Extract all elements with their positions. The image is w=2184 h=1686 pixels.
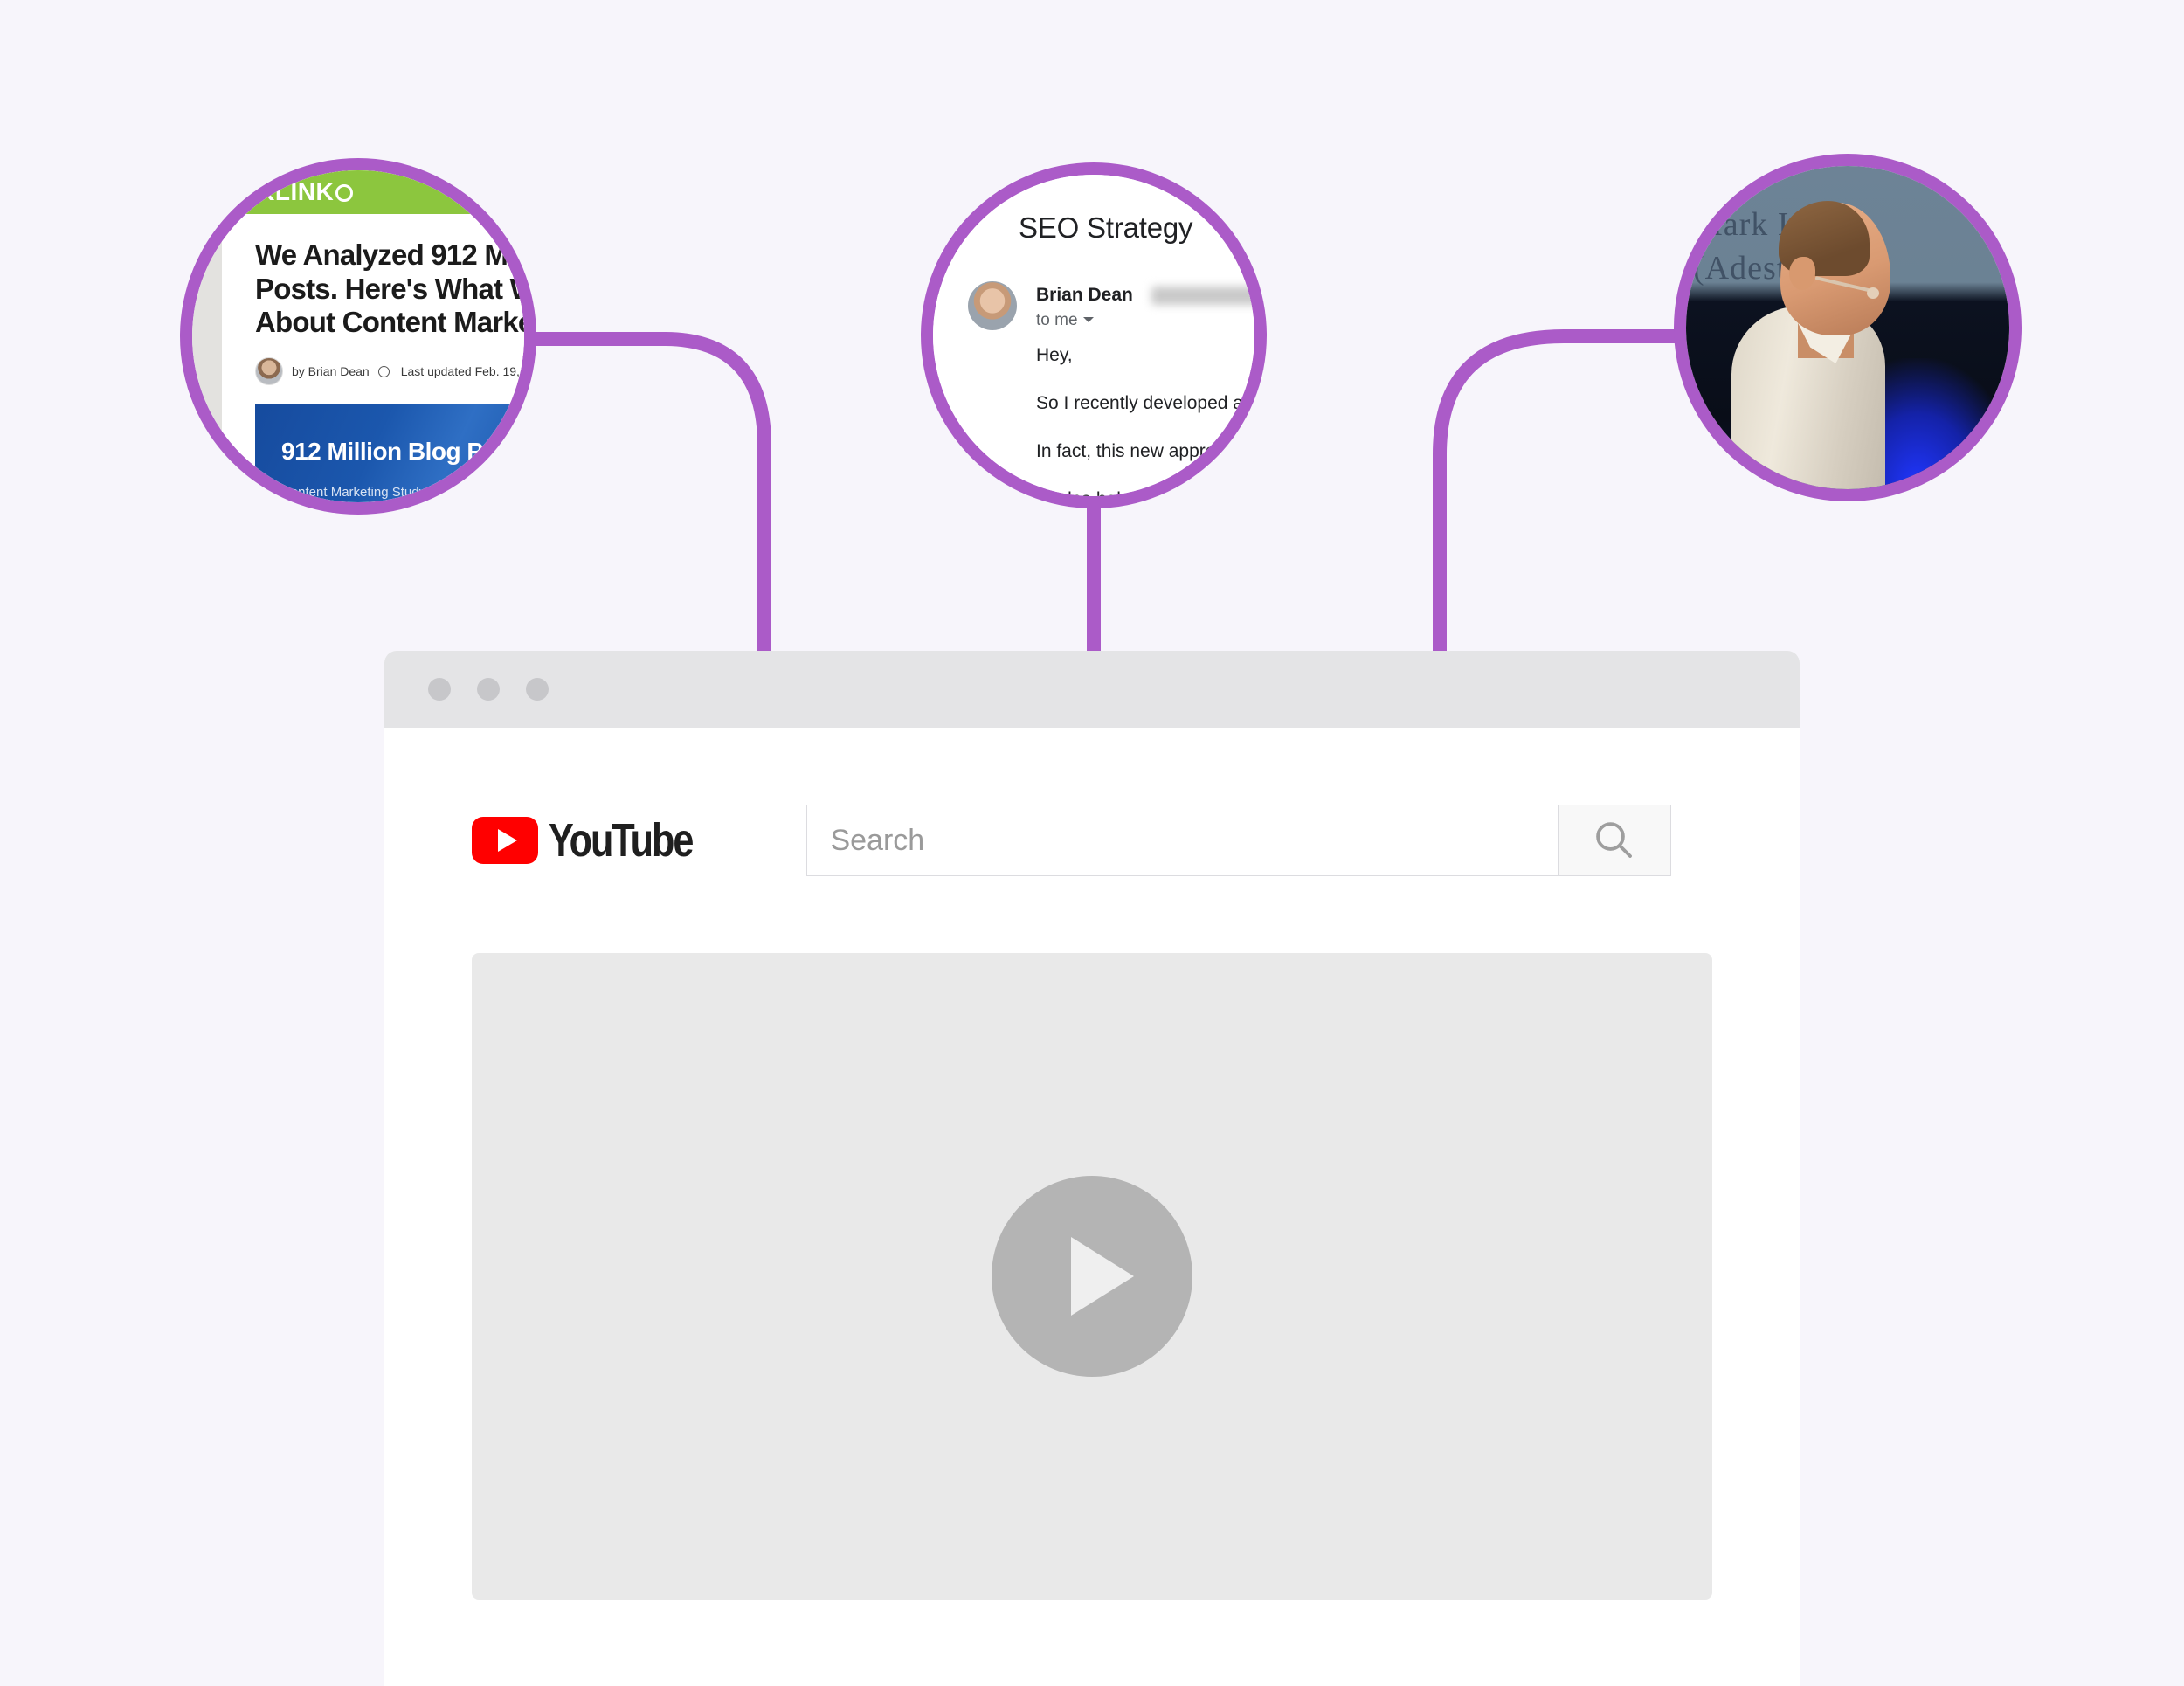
article-hero-image: 912 Million Blog Posts Content Marketing… bbox=[255, 404, 524, 502]
article-byline: by Brian Dean Last updated Feb. 19, 2019 bbox=[255, 357, 524, 385]
browser-titlebar bbox=[384, 651, 1800, 728]
email-body-line: (It also helped me rank bbox=[1036, 490, 1254, 496]
youtube-search-bar: Search bbox=[806, 805, 1672, 876]
author-avatar bbox=[255, 357, 283, 385]
video-player-placeholder[interactable] bbox=[472, 953, 1712, 1600]
hero-title: 912 Million Blog Posts bbox=[281, 438, 524, 465]
play-icon bbox=[1071, 1237, 1134, 1316]
redacted-email-address bbox=[1151, 287, 1254, 305]
email-subject: SEO Strategy bbox=[1019, 211, 1193, 244]
window-minimize-dot[interactable] bbox=[477, 678, 500, 701]
email-body-line: So I recently developed a new bbox=[1036, 393, 1254, 414]
email-body-line: In fact, this new approach h bbox=[1036, 441, 1254, 462]
clock-icon bbox=[377, 364, 392, 378]
sender-avatar bbox=[968, 281, 1017, 330]
search-input[interactable]: Search bbox=[806, 805, 1559, 876]
browser-content: YouTube Search bbox=[384, 728, 1800, 1686]
headset-mic bbox=[1867, 287, 1879, 299]
backlinko-navbar: BACKLINK bbox=[203, 170, 524, 214]
article-updated: Last updated Feb. 19, 2019 bbox=[400, 364, 524, 378]
email-body: Hey, So I recently developed a new In fa… bbox=[1036, 345, 1254, 496]
youtube-play-icon bbox=[472, 817, 538, 864]
email-body-line: Hey, bbox=[1036, 345, 1073, 365]
email-sender: Brian Dean bbox=[1036, 285, 1133, 305]
window-close-dot[interactable] bbox=[428, 678, 451, 701]
bubble-speaker-photo[interactable]: Mark Indus (Adest bbox=[1686, 166, 2009, 489]
youtube-logo[interactable]: YouTube bbox=[472, 813, 728, 867]
search-button[interactable] bbox=[1558, 805, 1672, 876]
play-button[interactable] bbox=[992, 1176, 1192, 1377]
hero-subtitle: Content Marketing Study bbox=[281, 485, 426, 500]
backlinko-logo: BACKLINK bbox=[203, 178, 354, 206]
window-maximize-dot[interactable] bbox=[526, 678, 549, 701]
youtube-header: YouTube Search bbox=[384, 780, 1800, 876]
search-icon bbox=[1596, 822, 1633, 858]
bubble-gmail-email[interactable]: SEO Strategy Brian Dean to me Hey, So I … bbox=[933, 175, 1254, 496]
youtube-wordmark: YouTube bbox=[549, 814, 694, 867]
page-root: YouTube Search BACKLINK We Analyzed 912 … bbox=[0, 0, 2184, 1686]
speaker-ear bbox=[1789, 257, 1815, 290]
bubble-backlinko-article[interactable]: BACKLINK We Analyzed 912 Million Blog Po… bbox=[192, 170, 524, 502]
browser-window: YouTube Search bbox=[384, 651, 1800, 1686]
article-title: We Analyzed 912 Million Blog Posts. Here… bbox=[255, 238, 524, 339]
article-author: by Brian Dean bbox=[292, 364, 370, 378]
speaker-photo: Mark Indus (Adest bbox=[1686, 166, 2009, 489]
chevron-down-icon[interactable] bbox=[1082, 317, 1094, 322]
email-recipient[interactable]: to me bbox=[1036, 311, 1094, 330]
